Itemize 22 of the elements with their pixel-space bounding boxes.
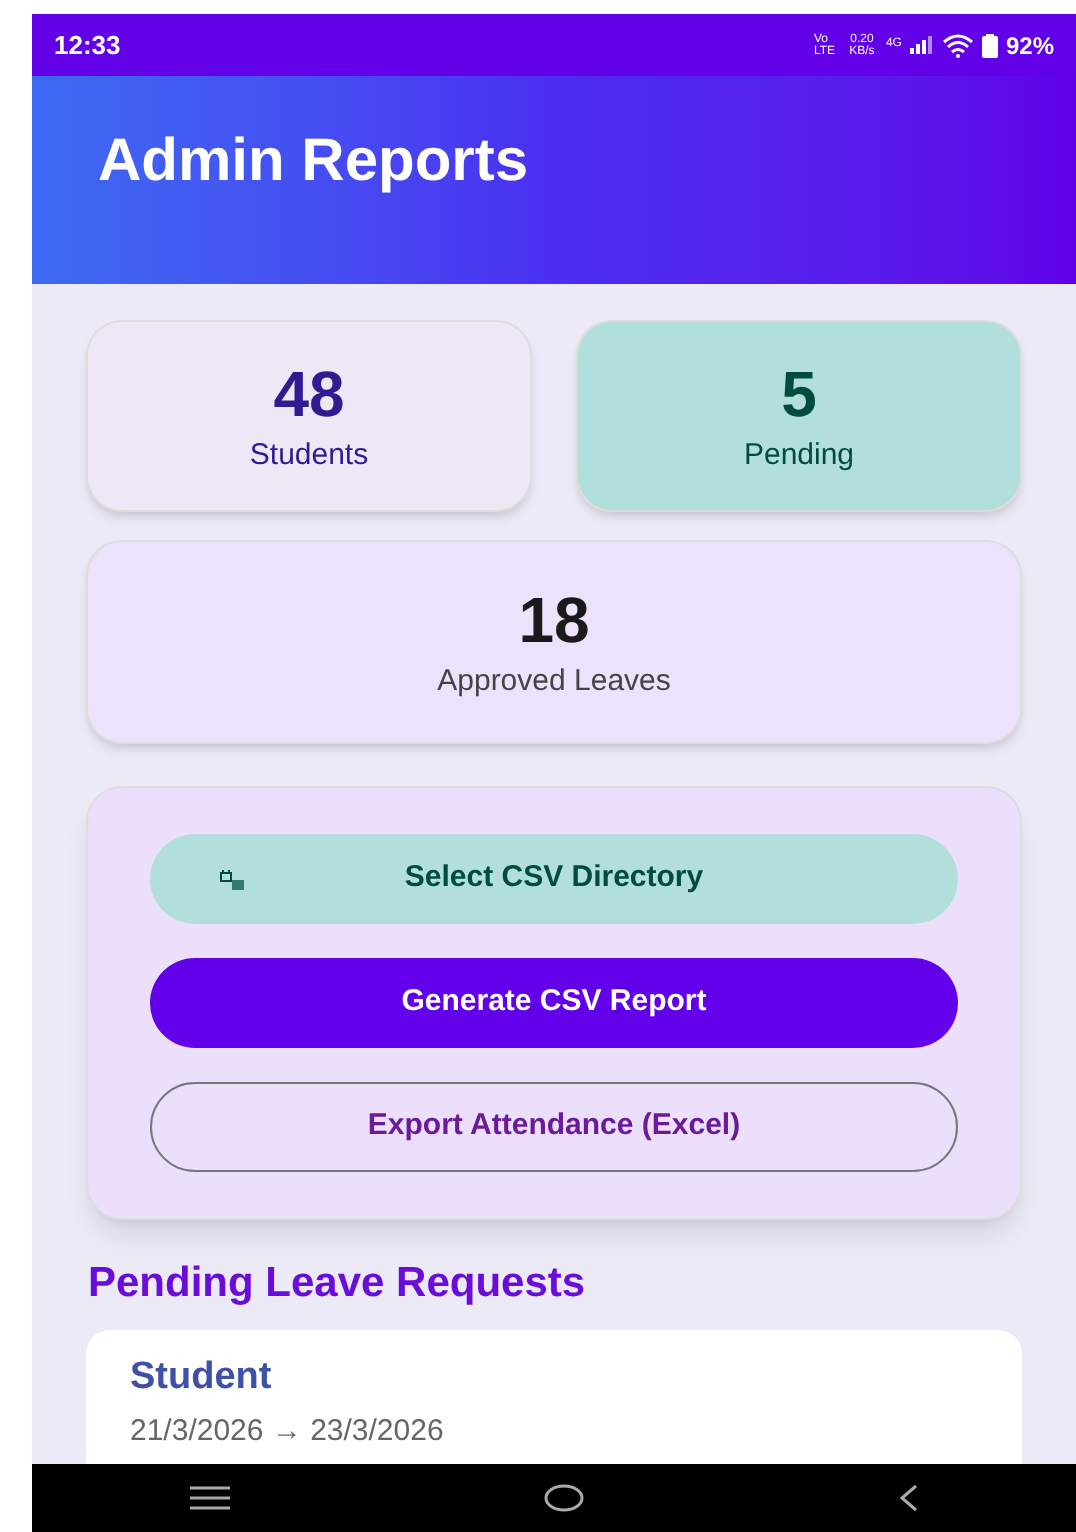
home-icon[interactable] [543,1484,584,1512]
stat-label: Students [249,435,369,476]
signal-icon [909,36,934,54]
back-icon[interactable] [898,1484,919,1512]
action-button[interactable]: Generate CSV Report [150,958,958,1048]
student-name: Student [130,1353,274,1401]
section-title: Pending Leave Requests [86,1258,588,1310]
page-title: Admin Reports [96,126,531,198]
menu-icon[interactable] [189,1486,230,1510]
stat-value: 5 [781,355,817,434]
action-button[interactable]: Export Attendance (Excel) [150,1082,958,1172]
wifi-icon [941,33,974,57]
action-button[interactable]: Select CSV Directory [150,834,958,924]
battery-icon [981,33,998,57]
status-time: 12:33 [54,27,121,64]
stat-value: 18 [518,581,590,660]
stat-value: 48 [273,355,345,434]
leave-dates: 21/3/2026 → 23/3/2026 [130,1412,446,1452]
stat-label: Approved Leaves [437,661,671,702]
folder-tree-icon [220,869,244,889]
battery-percent: 92% [1005,29,1054,63]
stat-label: Pending [743,435,855,476]
